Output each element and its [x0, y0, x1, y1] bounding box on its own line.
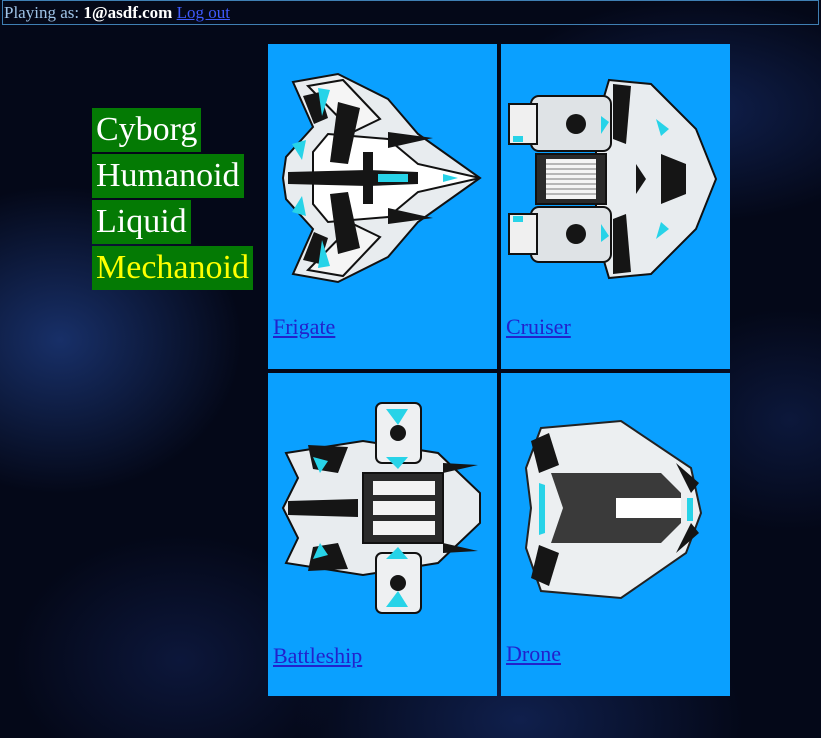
logout-link[interactable]: Log out — [177, 3, 230, 22]
race-option-liquid[interactable]: Liquid — [92, 200, 191, 244]
ship-label-drone[interactable]: Drone — [506, 641, 561, 667]
drone-ship-icon — [524, 419, 703, 600]
top-bar: Playing as: 1@asdf.com Log out — [2, 0, 819, 25]
race-list: Cyborg Humanoid Liquid Mechanoid — [92, 108, 253, 292]
ship-label-frigate[interactable]: Frigate — [273, 314, 335, 340]
ship-card-drone[interactable]: Drone — [501, 373, 730, 696]
race-option-cyborg[interactable]: Cyborg — [92, 108, 202, 152]
frigate-ship-icon — [281, 72, 482, 284]
playing-as-label: Playing as: — [4, 3, 80, 22]
ship-card-battleship[interactable]: Battleship — [268, 373, 497, 696]
user-email: 1@asdf.com — [83, 3, 173, 22]
battleship-ship-icon — [281, 402, 481, 614]
ship-label-cruiser[interactable]: Cruiser — [506, 314, 571, 340]
ship-card-frigate[interactable]: Frigate — [268, 44, 497, 369]
race-option-mechanoid[interactable]: Mechanoid — [92, 246, 253, 290]
race-option-humanoid[interactable]: Humanoid — [92, 154, 244, 198]
ship-card-cruiser[interactable]: Cruiser — [501, 44, 730, 369]
cruiser-ship-icon — [508, 78, 718, 280]
ship-label-battleship[interactable]: Battleship — [273, 643, 362, 669]
